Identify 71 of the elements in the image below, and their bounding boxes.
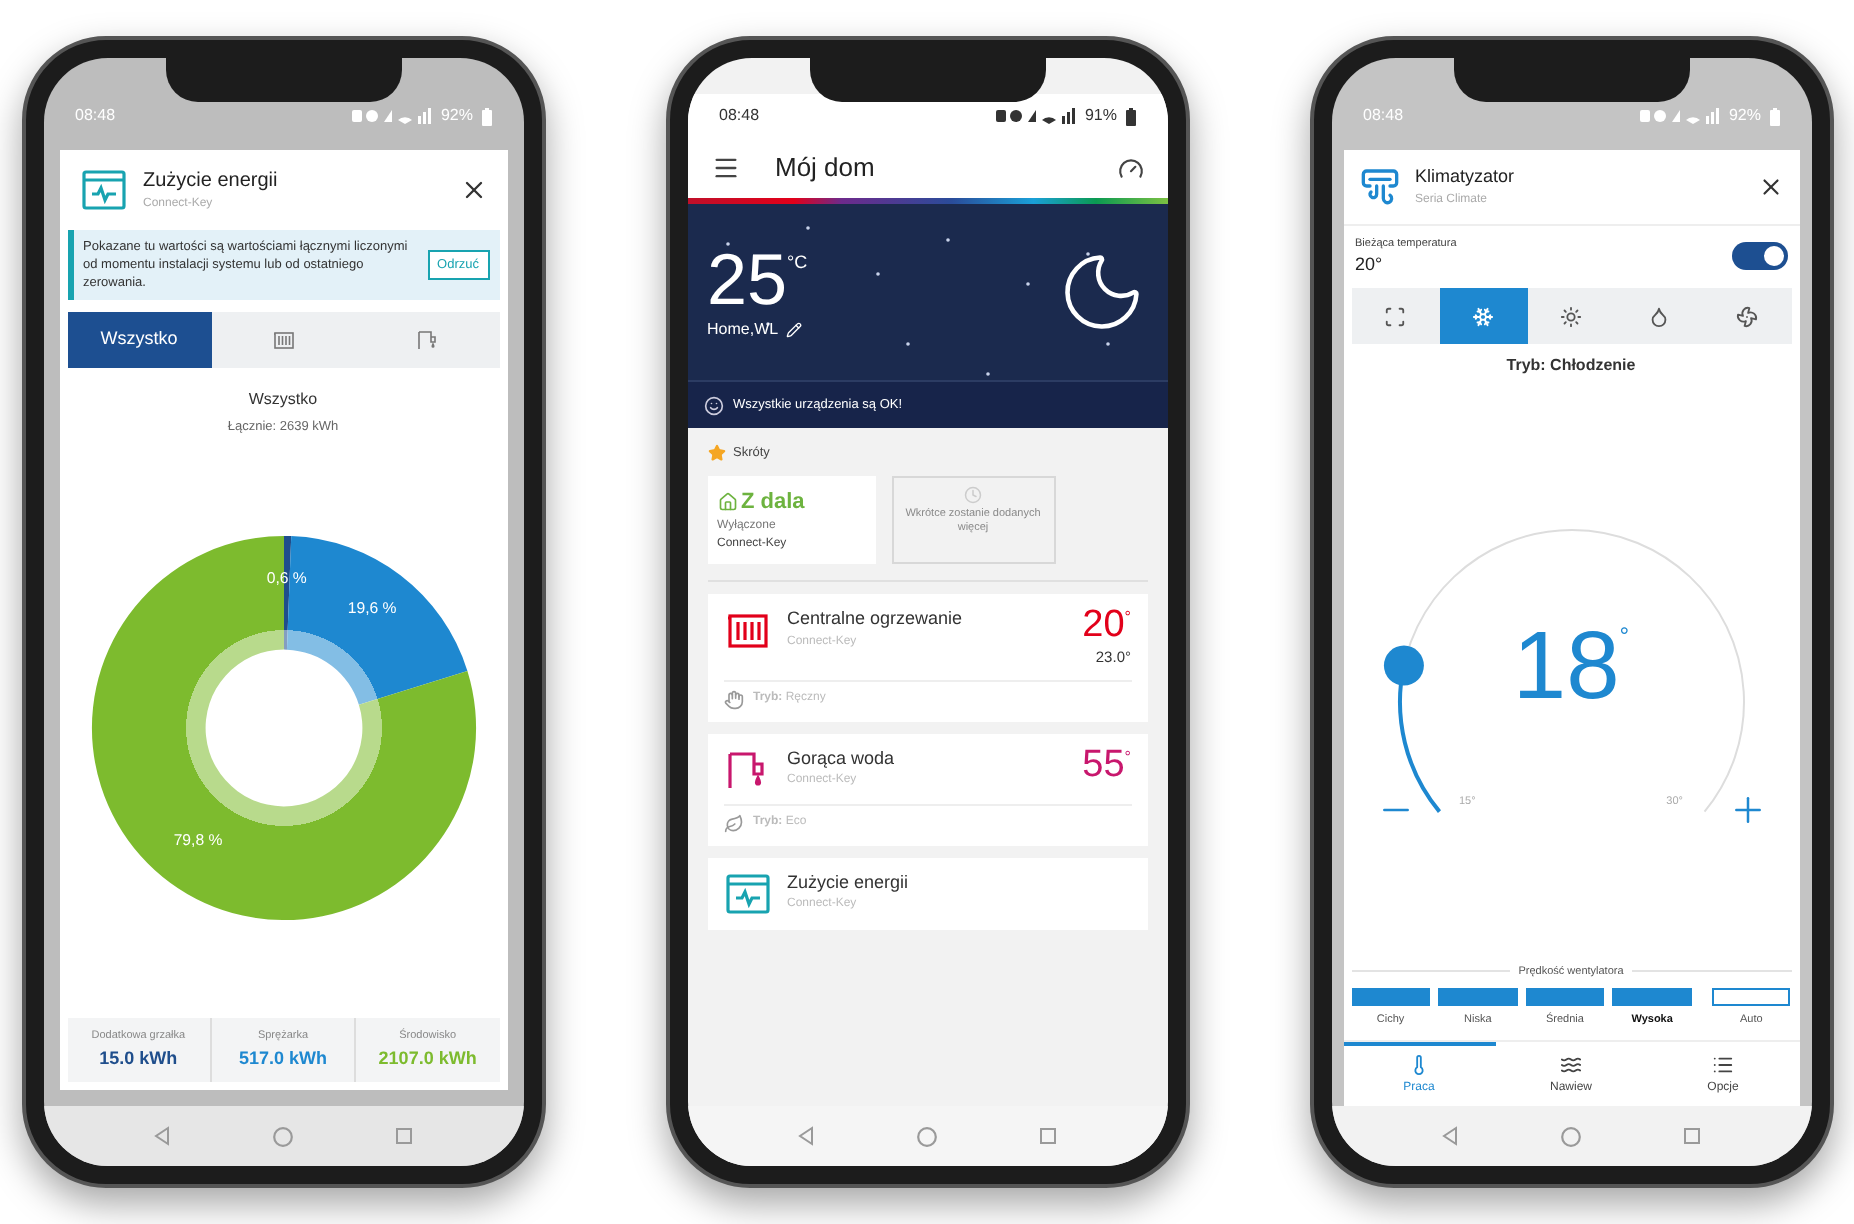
- slice-label: 0,6 %: [265, 569, 306, 587]
- home-icon[interactable]: [915, 1125, 938, 1147]
- status-icons-drawing: [1640, 108, 1721, 124]
- pencil-icon[interactable]: [786, 322, 803, 338]
- sun-icon: [1560, 305, 1582, 328]
- status-time: 08:48: [1363, 104, 1404, 128]
- device-setpoint: 20: [1082, 606, 1125, 647]
- smile-icon: [703, 395, 723, 415]
- hand-icon: [723, 689, 743, 709]
- battery-icon: [481, 107, 491, 125]
- battery-percentage: 92%: [440, 104, 473, 128]
- menu-icon[interactable]: [711, 154, 739, 182]
- setpoint-unit: °: [1619, 620, 1630, 655]
- shortcut-title: Z dala: [741, 487, 805, 518]
- category-tab[interactable]: Wszystko: [67, 312, 211, 368]
- device-setpoint: 55: [1082, 745, 1125, 785]
- device-name: Zużycie energii: [787, 869, 911, 896]
- slice-label: 79,8 %: [172, 830, 222, 849]
- clock-icon: [964, 485, 982, 504]
- temperature-unit: °C: [787, 250, 808, 276]
- recent-apps-icon[interactable]: [1037, 1126, 1058, 1146]
- droplet-icon: [1648, 305, 1670, 328]
- gauge-icon[interactable]: [1117, 155, 1143, 181]
- waves-icon: [1560, 1054, 1582, 1076]
- home-icon[interactable]: [1559, 1125, 1582, 1147]
- back-icon[interactable]: [796, 1126, 817, 1146]
- recent-apps-icon[interactable]: [1681, 1126, 1702, 1146]
- faucet-icon: [415, 328, 439, 352]
- power-switch[interactable]: [1731, 242, 1787, 271]
- degree-sign: °: [1124, 745, 1131, 769]
- dialog-title: Zużycie energii: [143, 168, 280, 196]
- battery-icon: [1769, 107, 1779, 125]
- slice-label: 19,6 %: [346, 598, 396, 617]
- status-icons-drawing: [996, 108, 1077, 124]
- mode-tab[interactable]: [1439, 288, 1527, 345]
- temperature-value: 25: [707, 242, 788, 318]
- stat-value: 2107.0 kWh: [378, 1045, 477, 1071]
- scan-icon: [1384, 305, 1406, 328]
- home-icon[interactable]: [271, 1125, 294, 1147]
- dial-thumb[interactable]: [1382, 646, 1423, 687]
- battery-percentage: 92%: [1728, 104, 1761, 128]
- device-name: Centralne ogrzewanie: [787, 606, 965, 633]
- setpoint-value: 18: [1512, 618, 1620, 719]
- status-icons-drawing: [352, 108, 433, 124]
- degree-sign: °: [1124, 606, 1131, 631]
- battery-percentage: 91%: [1084, 104, 1117, 128]
- snowflake-icon: [1472, 305, 1494, 328]
- back-icon[interactable]: [1440, 1126, 1461, 1146]
- air-conditioner-icon: [1359, 166, 1399, 207]
- energy-monitor-icon: [79, 166, 127, 214]
- back-icon[interactable]: [152, 1126, 173, 1146]
- battery-icon: [1125, 107, 1135, 125]
- location-name: Home,WL: [707, 318, 779, 342]
- list-icon: [1712, 1054, 1734, 1076]
- close-icon[interactable]: [1757, 173, 1783, 200]
- status-time: 08:48: [719, 104, 760, 128]
- chart-title: Wszystko: [246, 388, 320, 412]
- recent-apps-icon[interactable]: [393, 1126, 414, 1146]
- screen-title: Mój dom: [775, 150, 877, 187]
- leaf-icon: [723, 813, 743, 833]
- dialog-title: Klimatyzator: [1415, 164, 1517, 190]
- fan-icon: [1736, 305, 1758, 328]
- house-icon: [717, 492, 737, 512]
- radiator-icon: [271, 328, 295, 352]
- mode-text: Tryb: Chłodzenie: [1504, 354, 1638, 379]
- current-temperature: 20°: [1355, 251, 1385, 278]
- status-time: 08:48: [75, 104, 116, 128]
- stat-value: 517.0 kWh: [238, 1045, 327, 1071]
- stat-value: 15.0 kWh: [99, 1045, 178, 1071]
- device-name: Gorąca woda: [787, 745, 897, 772]
- star-icon: [707, 444, 725, 463]
